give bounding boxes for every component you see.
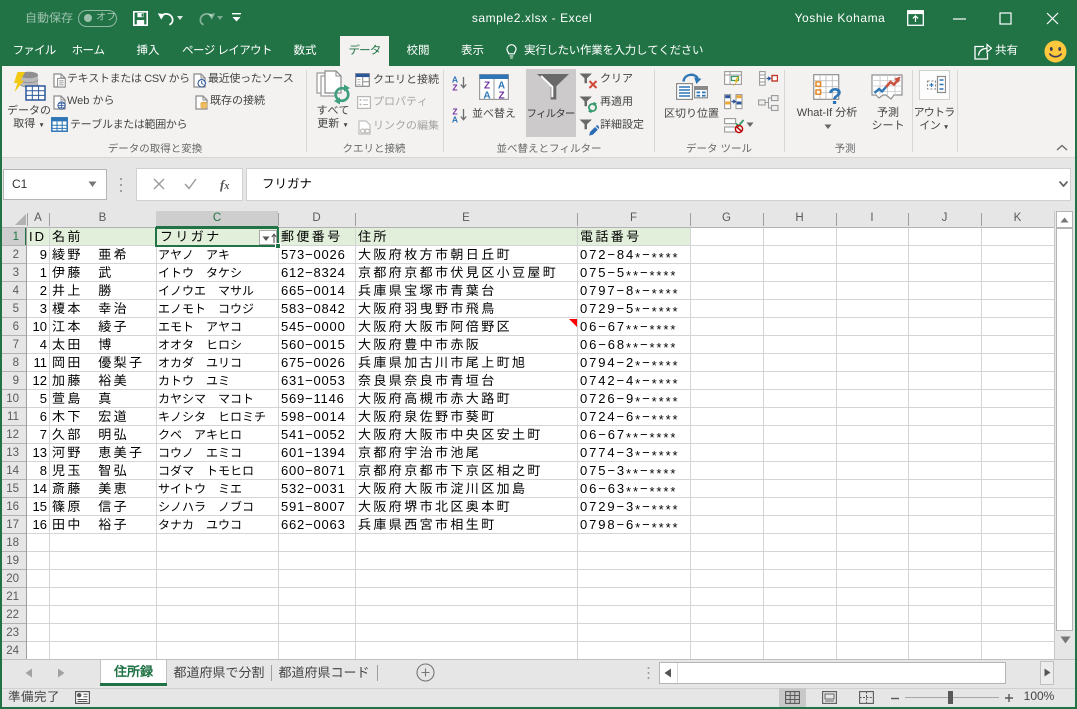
svg-text:A: A <box>483 91 490 101</box>
svg-text:A: A <box>452 115 458 124</box>
svg-text:Z: Z <box>498 91 504 101</box>
svg-text:Z: Z <box>452 83 457 92</box>
svg-text:?: ? <box>828 83 842 106</box>
